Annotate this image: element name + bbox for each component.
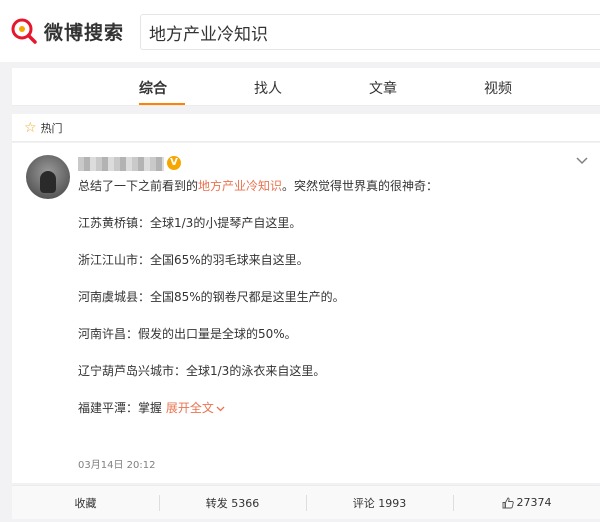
star-icon: ☆ [24,119,37,136]
favorite-button[interactable]: 收藏 [12,486,159,519]
post-content: 总结了一下之前看到的地方产业冷知识。突然觉得世界真的很神奇： 江苏黄桥镇：全球1… [78,177,588,417]
avatar[interactable] [26,155,70,199]
post-line: 河南许昌：假发的出口量是全球的50%。 [78,327,297,341]
post-action-bar: 收藏 转发 5366 评论 1993 27374 [12,485,600,519]
post-line: 江苏黄桥镇：全球1/3的小提琴产自这里。 [78,216,302,230]
hot-section-header: ☆ 热门 [12,114,600,142]
tab-people[interactable]: 找人 [254,78,282,98]
intro-prefix: 总结了一下之前看到的 [78,179,199,193]
verified-badge-icon: V [167,156,181,170]
chevron-down-icon[interactable] [576,157,588,165]
favorite-label: 收藏 [74,496,97,510]
post-line: 浙江江山市：全国65%的羽毛球来自这里。 [78,253,309,267]
post-line: 河南虞城县：全国85%的钢卷尺都是这里生产的。 [78,290,345,304]
tab-comprehensive[interactable]: 综合 [139,78,167,98]
section-label: 热门 [40,121,63,135]
top-bar: 微博搜索 地方产业冷知识 [0,0,600,62]
post-card: V 总结了一下之前看到的地方产业冷知识。突然觉得世界真的很神奇： 江苏黄桥镇：全… [12,143,600,483]
tab-articles[interactable]: 文章 [369,78,397,98]
post-line: 辽宁葫芦岛兴城市：全球1/3的泳衣来自这里。 [78,364,326,378]
like-button[interactable]: 27374 [453,486,600,519]
expand-full-text-link[interactable]: 展开全文 [166,401,225,415]
username-blurred[interactable] [78,157,164,171]
topic-link[interactable]: 地方产业冷知识 [198,179,282,193]
thumbs-up-icon [502,497,514,508]
search-input[interactable]: 地方产业冷知识 [140,14,600,50]
post-last-line: 福建平潭：掌握 展开全文 [78,399,588,417]
last-line-text: 福建平潭：掌握 [78,401,163,415]
post-timestamp[interactable]: 03月14日 20:12 [78,456,155,471]
logo-text: 微博搜索 [44,21,125,44]
expand-label: 展开全文 [165,401,214,415]
repost-label: 转发 5366 [205,496,260,510]
comment-button[interactable]: 评论 1993 [306,486,453,519]
likes-count: 27374 [516,496,552,509]
search-query: 地方产业冷知识 [149,24,268,45]
post-intro: 总结了一下之前看到的地方产业冷知识。突然觉得世界真的很神奇： [78,177,588,195]
search-tabs: 综合 找人 文章 视频 [12,68,600,106]
weibo-search-logo[interactable]: 微博搜索 [10,16,124,46]
repost-button[interactable]: 转发 5366 [159,486,306,519]
active-tab-indicator [139,103,185,105]
tab-videos[interactable]: 视频 [484,78,512,98]
intro-suffix: 。突然觉得世界真的很神奇： [282,179,439,193]
search-logo-icon [11,18,37,44]
comment-label: 评论 1993 [352,496,407,510]
chevron-down-icon [216,406,225,411]
